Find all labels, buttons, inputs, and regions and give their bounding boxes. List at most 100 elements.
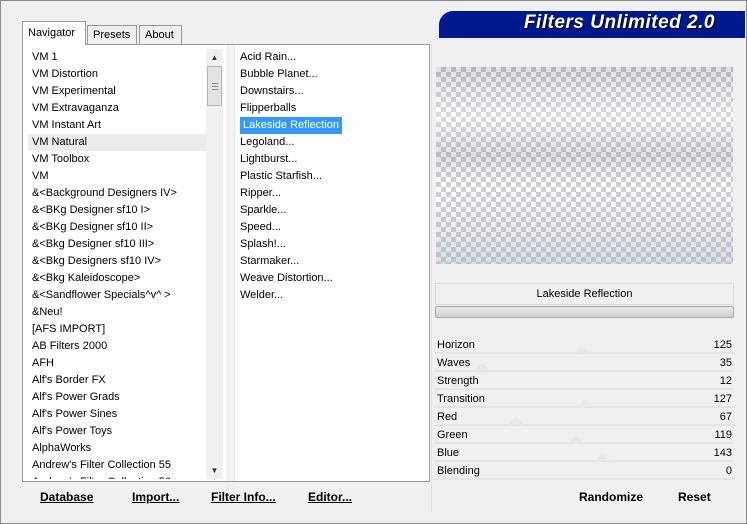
category-item[interactable]: &<Bkg Kaleidoscope>	[28, 270, 206, 287]
category-item[interactable]: VM Natural	[28, 134, 206, 151]
slider-thumb[interactable]	[577, 399, 593, 407]
slider-waves[interactable]: Waves 35	[434, 355, 735, 373]
slider-transition[interactable]: Transition 127	[434, 391, 735, 409]
randomize-button[interactable]: Randomize	[579, 484, 643, 510]
slider-value: 35	[719, 357, 732, 369]
category-item[interactable]: AlphaWorks	[28, 440, 206, 457]
filter-item[interactable]: Weave Distortion...	[237, 270, 427, 287]
slider-track[interactable]	[434, 442, 735, 444]
slider-track[interactable]	[434, 460, 735, 462]
slider-blue[interactable]: Blue 143	[434, 445, 735, 463]
slider-thumb[interactable]	[594, 453, 610, 461]
category-item[interactable]: &<Sandflower Specials^v^ >	[28, 287, 206, 304]
category-item[interactable]: VM	[28, 168, 206, 185]
category-item[interactable]: Andrew's Filter Collection 56	[28, 474, 206, 479]
progress-bar	[435, 306, 734, 318]
category-item[interactable]: VM Extravaganza	[28, 100, 206, 117]
filter-item[interactable]: Splash!...	[237, 236, 427, 253]
selected-filter-label: Lakeside Reflection	[240, 117, 343, 134]
title-banner: Filters Unlimited 2.0	[439, 11, 745, 35]
slider-thumb[interactable]	[508, 417, 524, 425]
slider-horizon[interactable]: Horizon 125	[434, 337, 735, 355]
category-item[interactable]: Alf's Power Grads	[28, 389, 206, 406]
slider-strength[interactable]: Strength 12	[434, 373, 735, 391]
category-item[interactable]: [AFS IMPORT]	[28, 321, 206, 338]
category-item[interactable]: &<Background Designers IV>	[28, 185, 206, 202]
category-item[interactable]: &<Bkg Designers sf10 IV>	[28, 253, 206, 270]
tab-navigator[interactable]: Navigator	[22, 21, 86, 45]
tab-about[interactable]: About	[139, 25, 182, 44]
filter-item[interactable]: Lakeside Reflection	[237, 117, 427, 134]
filter-item[interactable]: Flipperballs	[237, 100, 427, 117]
slider-label: Blue	[437, 447, 460, 459]
scroll-thumb[interactable]	[207, 66, 222, 106]
filter-item[interactable]: Speed...	[237, 219, 427, 236]
scroll-down-arrow-icon[interactable]: ▼	[206, 462, 223, 479]
category-item[interactable]: VM Experimental	[28, 83, 206, 100]
grip-line	[212, 89, 218, 90]
navigator-button-bar: Database Import... Filter Info... Editor…	[26, 484, 426, 510]
tab-presets[interactable]: Presets	[87, 25, 137, 44]
filter-item[interactable]: Acid Rain...	[237, 49, 427, 66]
grip-line	[212, 86, 218, 87]
filter-item[interactable]: Sparkle...	[237, 202, 427, 219]
parameter-sliders: Horizon 125 Waves 35 Strength 12 Transition 127…	[434, 337, 735, 481]
category-item[interactable]: &<Bkg Designer sf10 III>	[28, 236, 206, 253]
filter-item[interactable]: Ripper...	[237, 185, 427, 202]
preview-effect-overlay	[436, 67, 733, 264]
filter-item[interactable]: Plastic Starfish...	[237, 168, 427, 185]
filter-item[interactable]: Lightburst...	[237, 151, 427, 168]
category-item[interactable]: Alf's Border FX	[28, 372, 206, 389]
slider-thumb[interactable]	[574, 345, 590, 353]
category-item[interactable]: &<BKg Designer sf10 II>	[28, 219, 206, 236]
slider-value: 125	[713, 339, 732, 351]
editor-button[interactable]: Editor...	[308, 484, 352, 510]
slider-label: Blending	[437, 465, 480, 477]
slider-value: 0	[725, 465, 732, 477]
slider-label: Transition	[437, 393, 485, 405]
category-item[interactable]: Alf's Power Toys	[28, 423, 206, 440]
slider-value: 127	[713, 393, 732, 405]
navigator-panel: VM 1 VM Distortion VM Experimental VM Extra…	[22, 44, 430, 482]
slider-track[interactable]	[434, 388, 735, 390]
category-item[interactable]: VM 1	[28, 49, 206, 66]
filter-item[interactable]: Welder...	[237, 287, 427, 304]
slider-thumb[interactable]	[474, 363, 490, 371]
slider-red[interactable]: Red 67	[434, 409, 735, 427]
category-item[interactable]: Andrew's Filter Collection 55	[28, 457, 206, 474]
filter-name-label: Lakeside Reflection	[435, 283, 734, 305]
slider-track[interactable]	[434, 478, 735, 480]
slider-label: Strength	[437, 375, 479, 387]
filter-info-button[interactable]: Filter Info...	[211, 484, 276, 510]
slider-blending[interactable]: Blending 0	[434, 463, 735, 481]
slider-green[interactable]: Green 119	[434, 427, 735, 445]
slider-track[interactable]	[434, 424, 735, 426]
filter-item[interactable]: Legoland...	[237, 134, 427, 151]
grip-line	[212, 83, 218, 84]
scroll-up-arrow-icon[interactable]: ▲	[206, 49, 223, 66]
category-item[interactable]: &<BKg Designer sf10 I>	[28, 202, 206, 219]
category-item[interactable]: VM Toolbox	[28, 151, 206, 168]
window-title: Filters Unlimited 2.0	[523, 12, 715, 33]
category-item[interactable]: VM Distortion	[28, 66, 206, 83]
database-button[interactable]: Database	[40, 484, 93, 510]
slider-thumb[interactable]	[568, 435, 584, 443]
category-list[interactable]: VM 1 VM Distortion VM Experimental VM Extra…	[28, 49, 206, 479]
category-scrollbar[interactable]: ▲ ▼	[206, 49, 223, 479]
import-button[interactable]: Import...	[132, 484, 179, 510]
slider-value: 12	[719, 375, 732, 387]
category-item[interactable]: Alf's Power Sines	[28, 406, 206, 423]
reset-button[interactable]: Reset	[678, 484, 711, 510]
filter-list[interactable]: Acid Rain... Bubble Planet... Downstairs..…	[237, 49, 427, 479]
divider	[431, 44, 432, 512]
category-item[interactable]: VM Instant Art	[28, 117, 206, 134]
category-item[interactable]: AFH	[28, 355, 206, 372]
column-divider[interactable]	[227, 45, 235, 481]
slider-value: 119	[714, 429, 732, 441]
category-item[interactable]: AB Filters 2000	[28, 338, 206, 355]
filter-item[interactable]: Bubble Planet...	[237, 66, 427, 83]
filter-item[interactable]: Downstairs...	[237, 83, 427, 100]
filter-preview[interactable]	[436, 67, 733, 264]
filter-item[interactable]: Starmaker...	[237, 253, 427, 270]
category-item[interactable]: &Neu!	[28, 304, 206, 321]
